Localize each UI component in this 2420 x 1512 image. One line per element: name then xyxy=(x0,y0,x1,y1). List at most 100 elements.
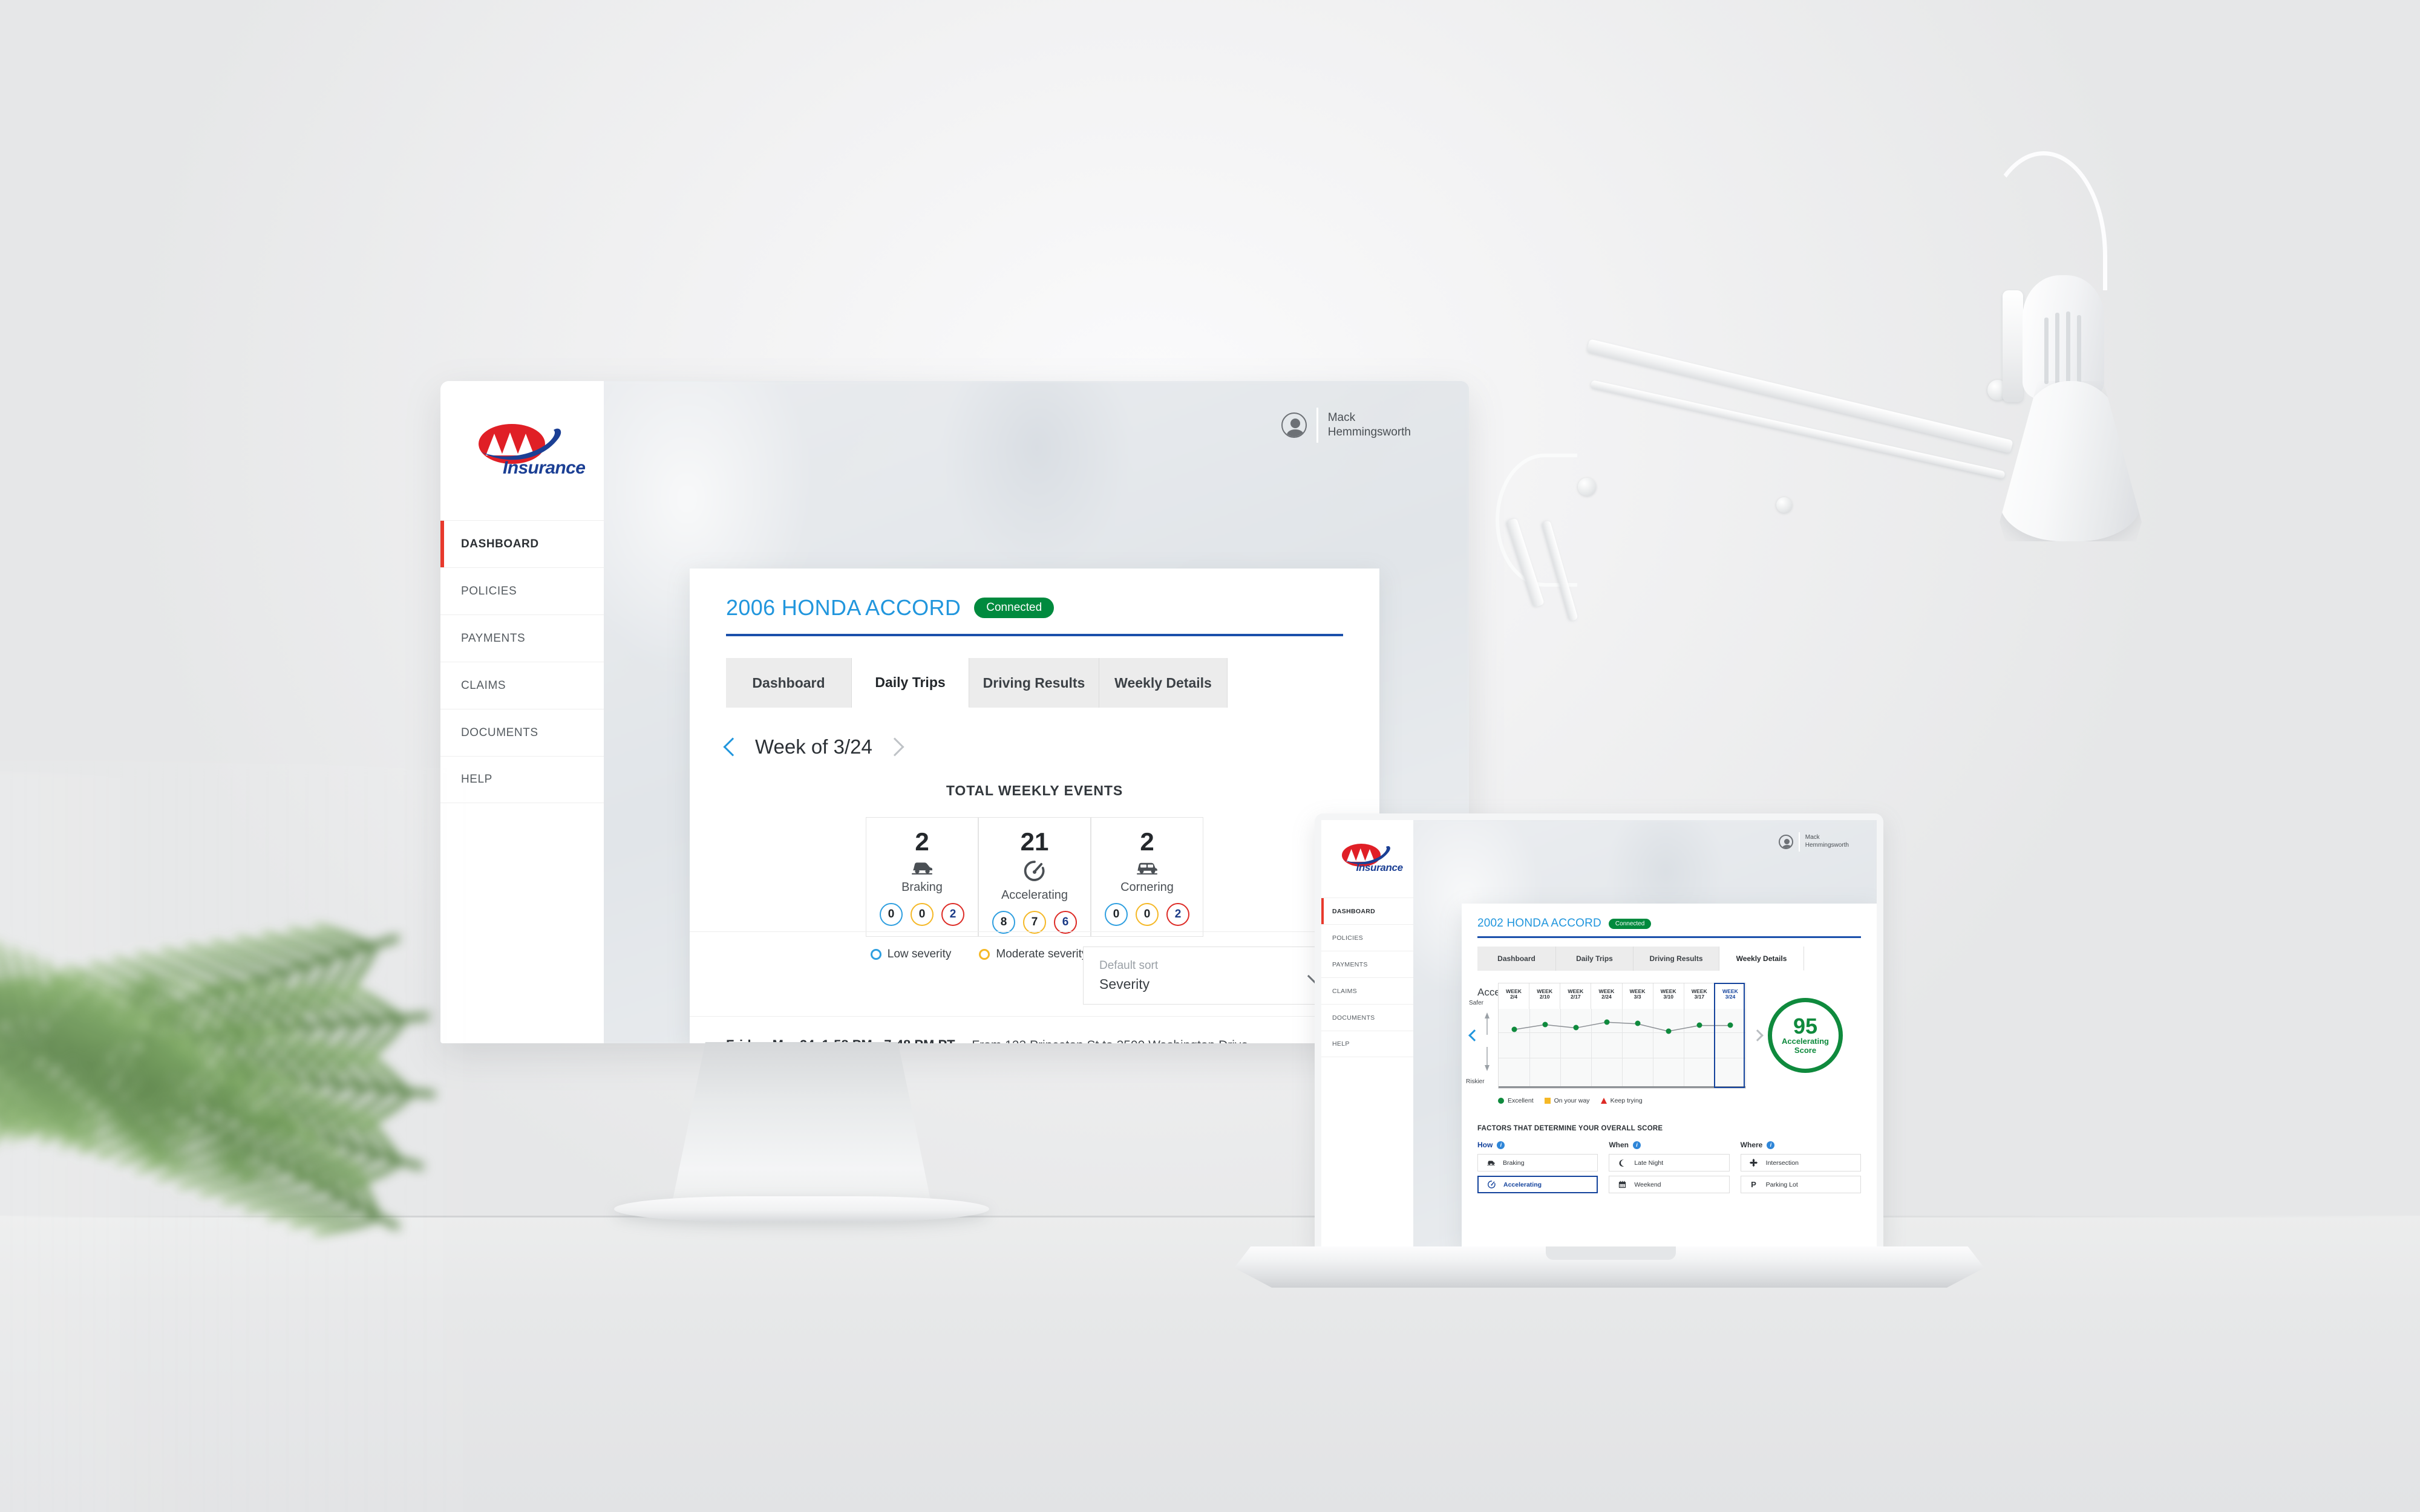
profile-name: Mack Hemmingsworth xyxy=(1328,411,1411,440)
event-card-cornering[interactable]: 2 Cornering 0 0 2 xyxy=(1091,817,1203,937)
foreground-palm-plant xyxy=(0,768,593,1512)
severity-counts: 8 7 6 xyxy=(992,911,1077,934)
sidebar-item-label: DASHBOARD xyxy=(461,537,539,550)
chart-data-point[interactable] xyxy=(1604,1019,1609,1025)
tab-daily-trips[interactable]: Daily Trips xyxy=(852,658,969,708)
brand-name: Insurance xyxy=(1356,862,1404,873)
week-column-header[interactable]: WEEK 3/3 xyxy=(1623,983,1653,1009)
event-label: Cornering xyxy=(1120,881,1174,894)
tab-dashboard[interactable]: Dashboard xyxy=(726,658,852,708)
chart-prev-icon[interactable] xyxy=(1468,1029,1480,1041)
sidebar-item-documents[interactable]: DOCUMENTS xyxy=(440,709,604,756)
tab-label: Dashboard xyxy=(752,674,825,691)
tab-label: Weekly Details xyxy=(1114,674,1212,691)
tab-driving-results[interactable]: Driving Results xyxy=(1634,947,1719,971)
chart-data-point[interactable] xyxy=(1696,1022,1702,1028)
week-next-icon[interactable] xyxy=(885,737,904,757)
severity-high-count: 6 xyxy=(1054,911,1077,934)
factor-option-label: Weekend xyxy=(1634,1181,1661,1188)
event-icon xyxy=(910,859,934,878)
status-badge: Connected xyxy=(1608,918,1652,929)
moon-icon xyxy=(1619,1159,1624,1167)
chart-data-point[interactable] xyxy=(1511,1026,1517,1032)
severity-high-count: 2 xyxy=(1166,903,1189,927)
y-axis-bottom-label: Riskier xyxy=(1466,1078,1485,1085)
selected-week-highlight[interactable] xyxy=(1714,982,1745,1088)
factor-option-accelerating[interactable]: Accelerating xyxy=(1477,1176,1598,1193)
chart-data-point[interactable] xyxy=(1635,1020,1640,1026)
tab-dashboard[interactable]: Dashboard xyxy=(1477,947,1556,971)
severity-moderate-count: 7 xyxy=(1023,911,1046,934)
legend-swatch-icon xyxy=(870,949,881,960)
sidebar-item-payments[interactable]: PAYMENTS xyxy=(440,614,604,662)
tab-driving-results[interactable]: Driving Results xyxy=(969,658,1099,708)
tab-label: Daily Trips xyxy=(875,674,946,690)
info-icon[interactable]: i xyxy=(1767,1141,1775,1149)
event-card-braking[interactable]: 2 Braking 0 0 2 xyxy=(866,817,978,937)
sidebar-item-help[interactable]: HELP xyxy=(1321,1031,1413,1057)
severity-low-count: 0 xyxy=(1105,903,1128,927)
sidebar-item-label: CLAIMS xyxy=(461,679,506,692)
sidebar-item-label: HELP xyxy=(1332,1040,1350,1048)
sidebar-item-payments[interactable]: PAYMENTS xyxy=(1321,951,1413,977)
sidebar-nav: DASHBOARD POLICIES PAYMENTS CLAIMS DOCUMENTS… xyxy=(1321,898,1413,1057)
profile-divider xyxy=(1798,832,1800,852)
week-navigator: Week of 3/24 xyxy=(723,735,1343,758)
chart-legend: Excellent On your way Keep trying xyxy=(1498,1097,1643,1104)
legend-triangle-icon xyxy=(1600,1098,1607,1104)
tab-daily-trips[interactable]: Daily Trips xyxy=(1556,947,1634,971)
chart-legend-item: On your way xyxy=(1544,1097,1590,1104)
info-icon[interactable]: i xyxy=(1633,1141,1641,1149)
week-column-header[interactable]: WEEK 3/17 xyxy=(1684,983,1715,1009)
week-column-header[interactable]: WEEK 2/24 xyxy=(1591,983,1623,1009)
week-label: Week of 3/24 xyxy=(755,735,872,758)
chart-next-icon[interactable] xyxy=(1751,1029,1764,1041)
laptop: Insurance DASHBOARD POLICIES PAYMENTS CLAIM… xyxy=(1234,813,1984,1300)
week-column-header[interactable]: WEEK 2/17 xyxy=(1560,983,1592,1009)
week-column-header[interactable]: WEEK 2/10 xyxy=(1529,983,1561,1009)
brand-logo[interactable]: Insurance xyxy=(440,381,604,520)
factor-option-weekend[interactable]: Weekend xyxy=(1609,1176,1730,1193)
factor-option-intersection[interactable]: Intersection xyxy=(1740,1154,1861,1171)
factor-column-header: Where i xyxy=(1741,1141,1861,1149)
sidebar-item-claims[interactable]: CLAIMS xyxy=(1321,977,1413,1004)
factor-option-late-night[interactable]: Late Night xyxy=(1609,1154,1730,1171)
week-prev-icon[interactable] xyxy=(723,737,742,757)
factor-option-label: Accelerating xyxy=(1503,1181,1542,1188)
section-title: TOTAL WEEKLY EVENTS xyxy=(946,783,1123,798)
monitor-stand xyxy=(672,1042,932,1205)
legend-label: Low severity xyxy=(887,948,952,960)
trip-route: From 123 Princeton St to 3500 Washington… xyxy=(972,1038,1248,1043)
braking-car-icon xyxy=(1486,1161,1495,1166)
sidebar-item-dashboard[interactable]: DASHBOARD xyxy=(440,520,604,567)
sidebar-item-label: PAYMENTS xyxy=(461,631,526,645)
brand-logo[interactable]: Insurance xyxy=(1321,820,1413,898)
factor-option-parking-lot[interactable]: P Parking Lot xyxy=(1740,1176,1861,1193)
chart-legend-label: Excellent xyxy=(1508,1097,1534,1104)
chart-legend-label: Keep trying xyxy=(1610,1097,1643,1104)
title-underline xyxy=(726,634,1343,636)
chart-data-point[interactable] xyxy=(1573,1025,1578,1031)
sidebar-item-policies[interactable]: POLICIES xyxy=(1321,924,1413,951)
sidebar-item-documents[interactable]: DOCUMENTS xyxy=(1321,1004,1413,1031)
sidebar-item-policies[interactable]: POLICIES xyxy=(440,567,604,614)
chart-legend-item: Keep trying xyxy=(1600,1097,1643,1104)
sidebar-item-claims[interactable]: CLAIMS xyxy=(440,662,604,709)
tab-weekly-details[interactable]: Weekly Details xyxy=(1099,658,1228,708)
avatar xyxy=(1281,412,1307,438)
event-card-accelerating[interactable]: 21 Accelerating 8 7 6 xyxy=(978,817,1091,937)
week-label-line2: 2/4 xyxy=(1510,994,1518,1000)
sidebar-item-dashboard[interactable]: DASHBOARD xyxy=(1321,898,1413,924)
user-profile[interactable]: Mack Hemmingsworth xyxy=(1778,832,1849,852)
info-icon[interactable]: i xyxy=(1497,1141,1505,1149)
week-column-header[interactable]: WEEK 2/4 xyxy=(1499,983,1530,1009)
factor-option-braking[interactable]: Braking xyxy=(1477,1154,1598,1171)
severity-moderate-count: 0 xyxy=(911,903,934,927)
user-profile[interactable]: Mack Hemmingsworth xyxy=(1281,408,1411,443)
y-axis-top-label: Safer xyxy=(1469,999,1483,1006)
week-column-header[interactable]: WEEK 3/10 xyxy=(1653,983,1684,1009)
chart-data-point[interactable] xyxy=(1666,1028,1671,1034)
chart-data-point[interactable] xyxy=(1542,1022,1548,1028)
severity-counts: 0 0 2 xyxy=(880,903,964,927)
tab-weekly-details[interactable]: Weekly Details xyxy=(1719,947,1804,971)
